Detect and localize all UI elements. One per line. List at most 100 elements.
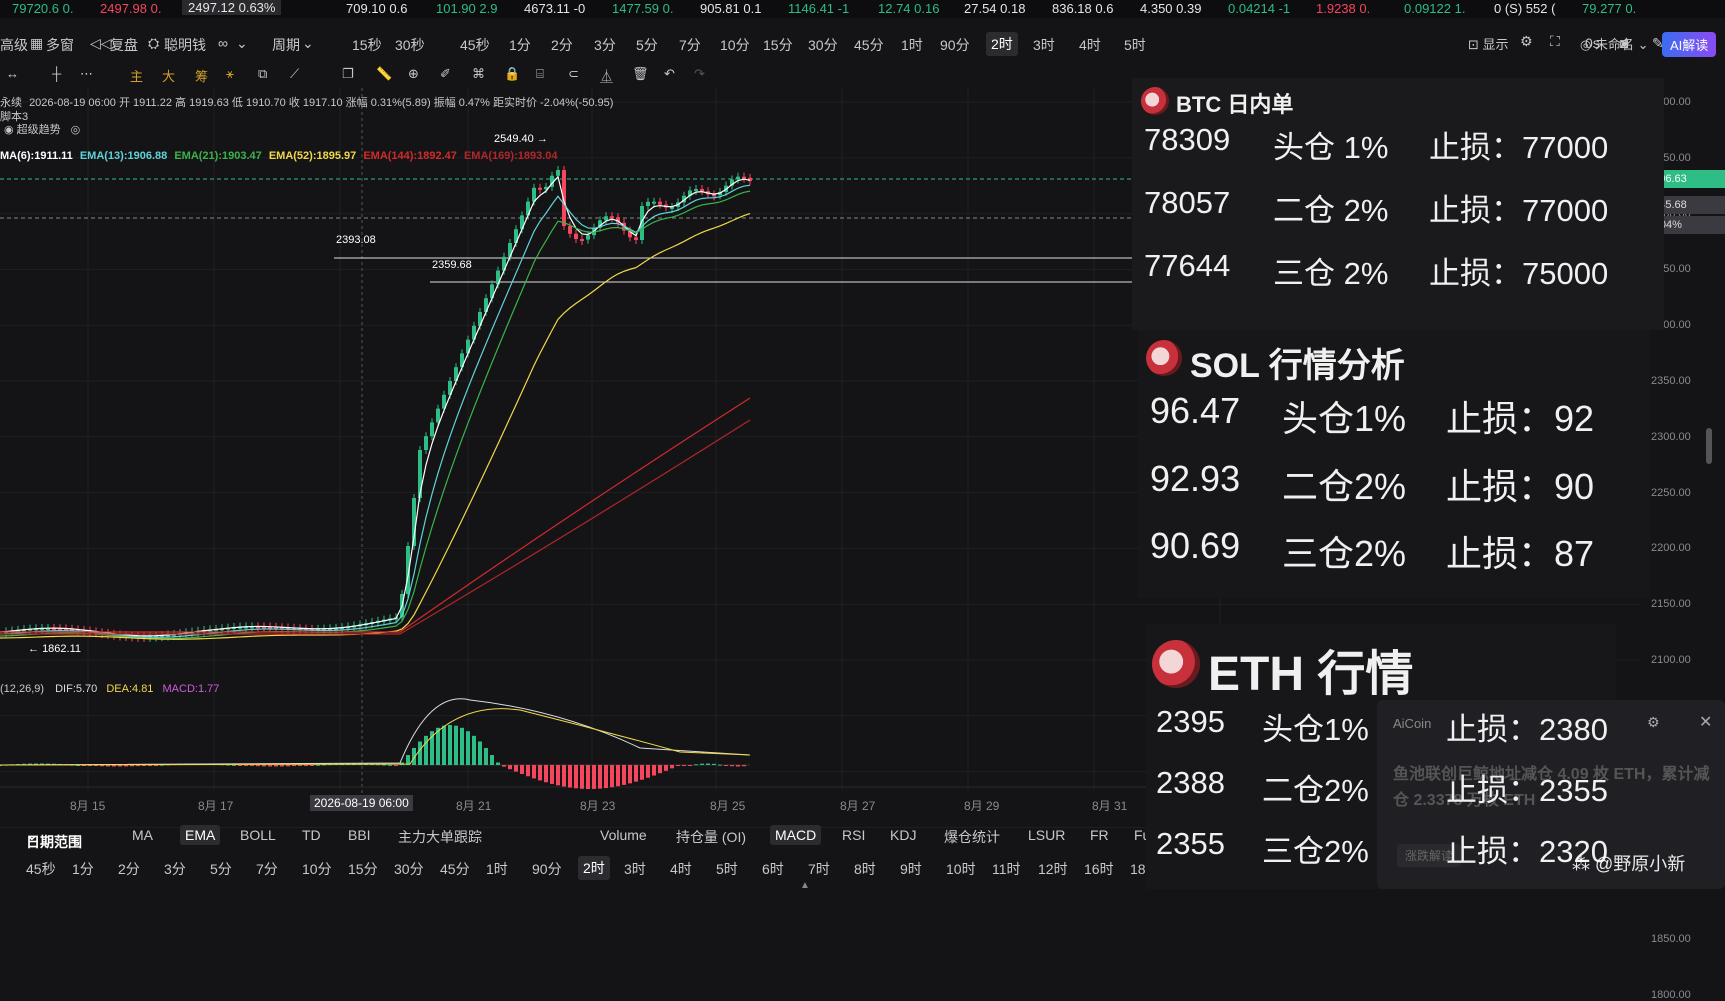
ai-interpret-button[interactable]: AI解读 xyxy=(1662,32,1717,57)
bottom-interval-90分[interactable]: 90分 xyxy=(532,859,562,879)
bottom-interval-10分[interactable]: 10分 xyxy=(302,859,332,879)
compare-icon[interactable]: ⧉ xyxy=(258,66,267,82)
interval-2时[interactable]: 2时 xyxy=(986,32,1018,56)
bottom-interval-3时[interactable]: 3时 xyxy=(624,859,646,879)
interval-30秒[interactable]: 30秒 xyxy=(395,35,425,55)
interval-10分[interactable]: 10分 xyxy=(720,35,750,55)
advanced-button[interactable]: 高级 xyxy=(0,35,28,55)
bottom-interval-3分[interactable]: 3分 xyxy=(164,859,186,879)
main-force-tool[interactable]: 主 xyxy=(130,66,143,85)
bottom-interval-15分[interactable]: 15分 xyxy=(348,859,378,879)
multi-window-icon[interactable]: ▦ xyxy=(30,35,43,52)
multi-window-button[interactable]: 多窗 xyxy=(46,35,74,55)
ticker-item[interactable]: 27.54 0.18 xyxy=(964,1,1025,16)
redo-icon[interactable]: ↷ xyxy=(694,66,705,82)
bottom-interval-2时[interactable]: 2时 xyxy=(578,856,610,880)
ray-icon[interactable]: ⋯ xyxy=(80,66,93,82)
main-indicator-主力大单跟踪[interactable]: 主力大单跟踪 xyxy=(398,827,482,847)
bottom-interval-2分[interactable]: 2分 xyxy=(118,859,140,879)
ticker-item[interactable]: 709.10 0.6 xyxy=(346,1,407,16)
bottom-interval-12时[interactable]: 12时 xyxy=(1038,859,1068,879)
close-icon[interactable]: ✕ xyxy=(1699,712,1712,732)
ticker-item[interactable]: 12.74 0.16 xyxy=(878,1,939,16)
ticker-item[interactable]: 4673.11 -0 xyxy=(524,1,585,16)
bottom-interval-10时[interactable]: 10时 xyxy=(946,859,976,879)
sub-indicator-爆仓统计[interactable]: 爆仓统计 xyxy=(944,827,1000,847)
interval-3分[interactable]: 3分 xyxy=(594,35,616,55)
bottom-interval-5时[interactable]: 5时 xyxy=(716,859,738,879)
main-indicator-EMA[interactable]: EMA xyxy=(180,825,221,845)
ticker-item[interactable]: 4.350 0.39 xyxy=(1140,1,1201,16)
bottom-interval-1时[interactable]: 1时 xyxy=(486,859,508,879)
fullscreen-icon[interactable]: ⛶ xyxy=(1550,33,1560,50)
big-order-tool[interactable]: 大 xyxy=(162,66,175,85)
bottom-interval-7时[interactable]: 7时 xyxy=(808,859,830,879)
ticker-item[interactable]: 836.18 0.6 xyxy=(1052,1,1113,16)
magnet-icon[interactable]: ⊂ xyxy=(568,66,579,82)
sub-indicator-FR[interactable]: FR xyxy=(1090,827,1109,843)
axis-scrollbar[interactable] xyxy=(1706,428,1712,464)
ticker-item[interactable]: 101.90 2.9 xyxy=(436,1,497,16)
settings-icon[interactable]: ⚙ xyxy=(1647,714,1660,731)
bottom-interval-4时[interactable]: 4时 xyxy=(670,859,692,879)
interval-90分[interactable]: 90分 xyxy=(940,35,970,55)
interval-2分[interactable]: 2分 xyxy=(551,35,573,55)
interval-4时[interactable]: 4时 xyxy=(1079,35,1101,55)
measure-icon[interactable]: ⟋ xyxy=(290,66,299,82)
infinity-button[interactable]: ∞ xyxy=(218,35,228,51)
interval-45秒[interactable]: 45秒 xyxy=(460,35,490,55)
interval-15分[interactable]: 15分 xyxy=(763,35,793,55)
lock-icon[interactable]: 🔒 xyxy=(504,66,520,82)
bottom-interval-30分[interactable]: 30分 xyxy=(394,859,424,879)
trash-icon[interactable]: 🗑 xyxy=(632,66,649,82)
interval-1分[interactable]: 1分 xyxy=(509,35,531,55)
ticker-item[interactable]: 0.04214 -1 xyxy=(1228,1,1290,16)
chevron-down-icon[interactable]: ⌄ xyxy=(236,35,248,52)
ticker-item[interactable]: 79720.6 0. xyxy=(12,1,73,16)
bottom-interval-45分[interactable]: 45分 xyxy=(440,859,470,879)
settings-icon[interactable]: ⚙ xyxy=(1520,33,1533,50)
date-range-button[interactable]: 日期范围 ⌄ xyxy=(26,827,82,850)
main-indicator-BBI[interactable]: BBI xyxy=(348,827,371,843)
bottom-interval-5分[interactable]: 5分 xyxy=(210,859,232,879)
interval-7分[interactable]: 7分 xyxy=(679,35,701,55)
smart-money-icon[interactable]: ⛭ xyxy=(148,35,159,52)
replay-button[interactable]: 复盘 xyxy=(110,35,138,55)
bottom-interval-11时[interactable]: 11时 xyxy=(992,859,1021,879)
text-icon[interactable]: ⌸ xyxy=(536,66,544,82)
ruler-icon[interactable]: 📏 xyxy=(376,66,392,82)
undo-icon[interactable]: ↶ xyxy=(664,66,675,82)
ticker-item[interactable]: 0.09122 1. xyxy=(1404,1,1465,16)
ticker-item[interactable]: 2497.12 0.63% xyxy=(182,0,282,15)
collapse-handle[interactable]: ▲ xyxy=(800,880,810,891)
bottom-interval-16时[interactable]: 16时 xyxy=(1084,859,1114,879)
main-indicator-BOLL[interactable]: BOLL xyxy=(240,827,276,843)
replay-icon[interactable]: ◁◁ xyxy=(90,35,112,52)
interval-45分[interactable]: 45分 xyxy=(854,35,884,55)
bottom-interval-1分[interactable]: 1分 xyxy=(72,859,94,879)
ticker-item[interactable]: 2497.98 0. xyxy=(100,1,161,16)
sub-indicator-LSUR[interactable]: LSUR xyxy=(1028,827,1065,843)
bottom-interval-6时[interactable]: 6时 xyxy=(762,859,784,879)
brush-icon[interactable]: ✐ xyxy=(440,66,451,82)
interval-15秒[interactable]: 15秒 xyxy=(352,35,382,55)
ticker-item[interactable]: 79.277 0. xyxy=(1582,1,1636,16)
interval-5分[interactable]: 5分 xyxy=(636,35,658,55)
sub-indicator-KDJ[interactable]: KDJ xyxy=(890,827,916,843)
sub-indicator-持仓量 (OI)[interactable]: 持仓量 (OI) xyxy=(676,827,746,847)
chip-tool[interactable]: 筹 xyxy=(195,66,208,85)
copy-icon[interactable]: ❐ xyxy=(342,66,354,82)
ticker-item[interactable]: 905.81 0.1 xyxy=(700,1,761,16)
interval-1时[interactable]: 1时 xyxy=(901,35,923,55)
vertical-line-icon[interactable]: ┼ xyxy=(52,66,61,81)
main-indicator-TD[interactable]: TD xyxy=(302,827,321,843)
ticker-item[interactable]: 0 (S) 552 ( xyxy=(1494,1,1555,16)
crosshair-icon[interactable]: ↔ xyxy=(6,66,19,81)
ticker-item[interactable]: 1.9238 0. xyxy=(1316,1,1370,16)
sub-indicator-MACD[interactable]: MACD xyxy=(770,825,822,845)
sub-indicator-RSI[interactable]: RSI xyxy=(842,827,865,843)
zoom-icon[interactable]: ⊕ xyxy=(408,66,419,82)
period-dropdown[interactable]: 周期 xyxy=(272,35,300,55)
bottom-interval-8时[interactable]: 8时 xyxy=(854,859,876,879)
chevron-down-icon[interactable]: ⌄ xyxy=(302,35,314,52)
